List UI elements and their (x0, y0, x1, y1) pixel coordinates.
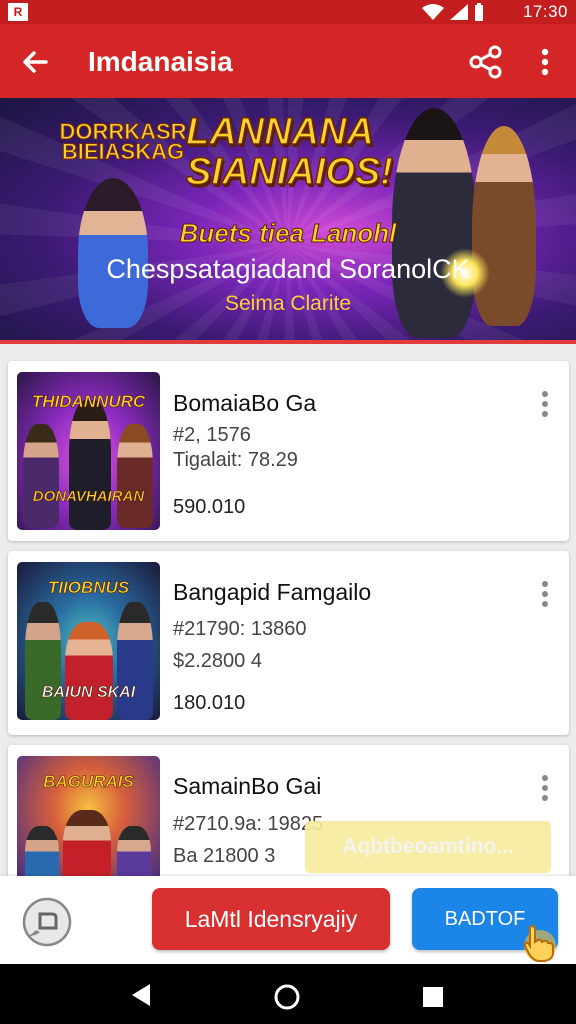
thumb-footer: DONAVHAIRAN (32, 488, 145, 506)
banner-logo: LANNANA SIANIAIOS! (185, 111, 393, 193)
item-meta: #2, 1576 (173, 424, 251, 446)
banner-tagline: Buets tiea Lanohl (179, 218, 397, 249)
nav-recents-icon[interactable] (422, 986, 444, 1008)
primary-action-button[interactable]: LaMtl Idensryajiy (152, 888, 390, 950)
list-item[interactable]: THIDANNURC DONAVHAIRAN BomaiaBo Ga #2, 1… (8, 361, 569, 541)
item-meta: #21790: 13860 (173, 618, 307, 640)
status-time: 17:30 (522, 2, 568, 21)
signal-icon (450, 4, 468, 20)
more-vertical-icon[interactable] (530, 42, 560, 82)
banner-logo-small: DORRKASR BIEIASKAG (59, 119, 187, 164)
item-thumbnail: BAGURAIS (17, 756, 160, 885)
item-thumbnail: TIIOBNUS BAIUN SKAI (17, 562, 160, 720)
thumb-footer: BAIUN SKAI (41, 684, 136, 702)
app-notification-icon: R (8, 3, 28, 21)
promo-banner[interactable]: DORRKASR BIEIASKAG LANNANA SIANIAIOS! Bu… (0, 98, 576, 342)
thumb-figure (69, 400, 111, 530)
chat-icon[interactable] (18, 896, 76, 948)
banner-subhead: Seima Clarite (224, 292, 352, 315)
thumb-figure (117, 424, 153, 528)
item-meta: $2.2800 4 (173, 650, 262, 672)
item-title: SamainBo Gai (173, 773, 322, 799)
item-meta: Tigalait: 78.29 (173, 449, 298, 471)
more-vertical-icon[interactable] (533, 771, 557, 815)
more-vertical-icon[interactable] (533, 577, 557, 621)
arrow-left-icon[interactable] (16, 42, 56, 82)
wifi-icon (422, 4, 444, 20)
item-price: 590.010 (173, 496, 246, 518)
nav-home-icon[interactable] (273, 983, 301, 1011)
thumb-figure (23, 424, 59, 528)
item-title: BomaiaBo Ga (173, 390, 317, 416)
thumb-figure (25, 602, 61, 720)
thumb-figure (117, 602, 153, 720)
share-icon[interactable] (466, 42, 506, 82)
item-meta: Ba 21800 3 (173, 845, 276, 867)
status-icons (422, 3, 484, 21)
thumb-title: BAGURAIS (43, 772, 134, 792)
app-bar: Imdanaisia (0, 24, 576, 98)
thumb-figure (65, 622, 113, 720)
toast-message: Aqbtbeoamtino... (305, 821, 551, 873)
more-vertical-icon[interactable] (533, 387, 557, 431)
nav-back-icon[interactable] (128, 982, 154, 1008)
item-thumbnail: THIDANNURC DONAVHAIRAN (17, 372, 160, 530)
item-title: Bangapid Famgailo (173, 579, 372, 605)
list-item[interactable]: TIIOBNUS BAIUN SKAI Bangapid Famgailo #2… (8, 551, 569, 735)
item-price: 180.010 (173, 692, 246, 714)
item-meta: #2710.9a: 19825 (173, 813, 324, 835)
banner-divider (0, 340, 576, 344)
pointer-hand-icon (523, 925, 556, 962)
page-title: Imdanaisia (88, 46, 233, 77)
system-nav-bar (0, 964, 576, 1024)
status-bar: R 17:30 (0, 0, 576, 24)
battery-icon (475, 3, 483, 21)
thumb-title: THIDANNURC (31, 392, 146, 412)
thumb-title: TIIOBNUS (47, 578, 130, 598)
banner-headline: Chespsatagiadand SoranolCK (106, 254, 470, 284)
thumb-figure (63, 810, 111, 885)
